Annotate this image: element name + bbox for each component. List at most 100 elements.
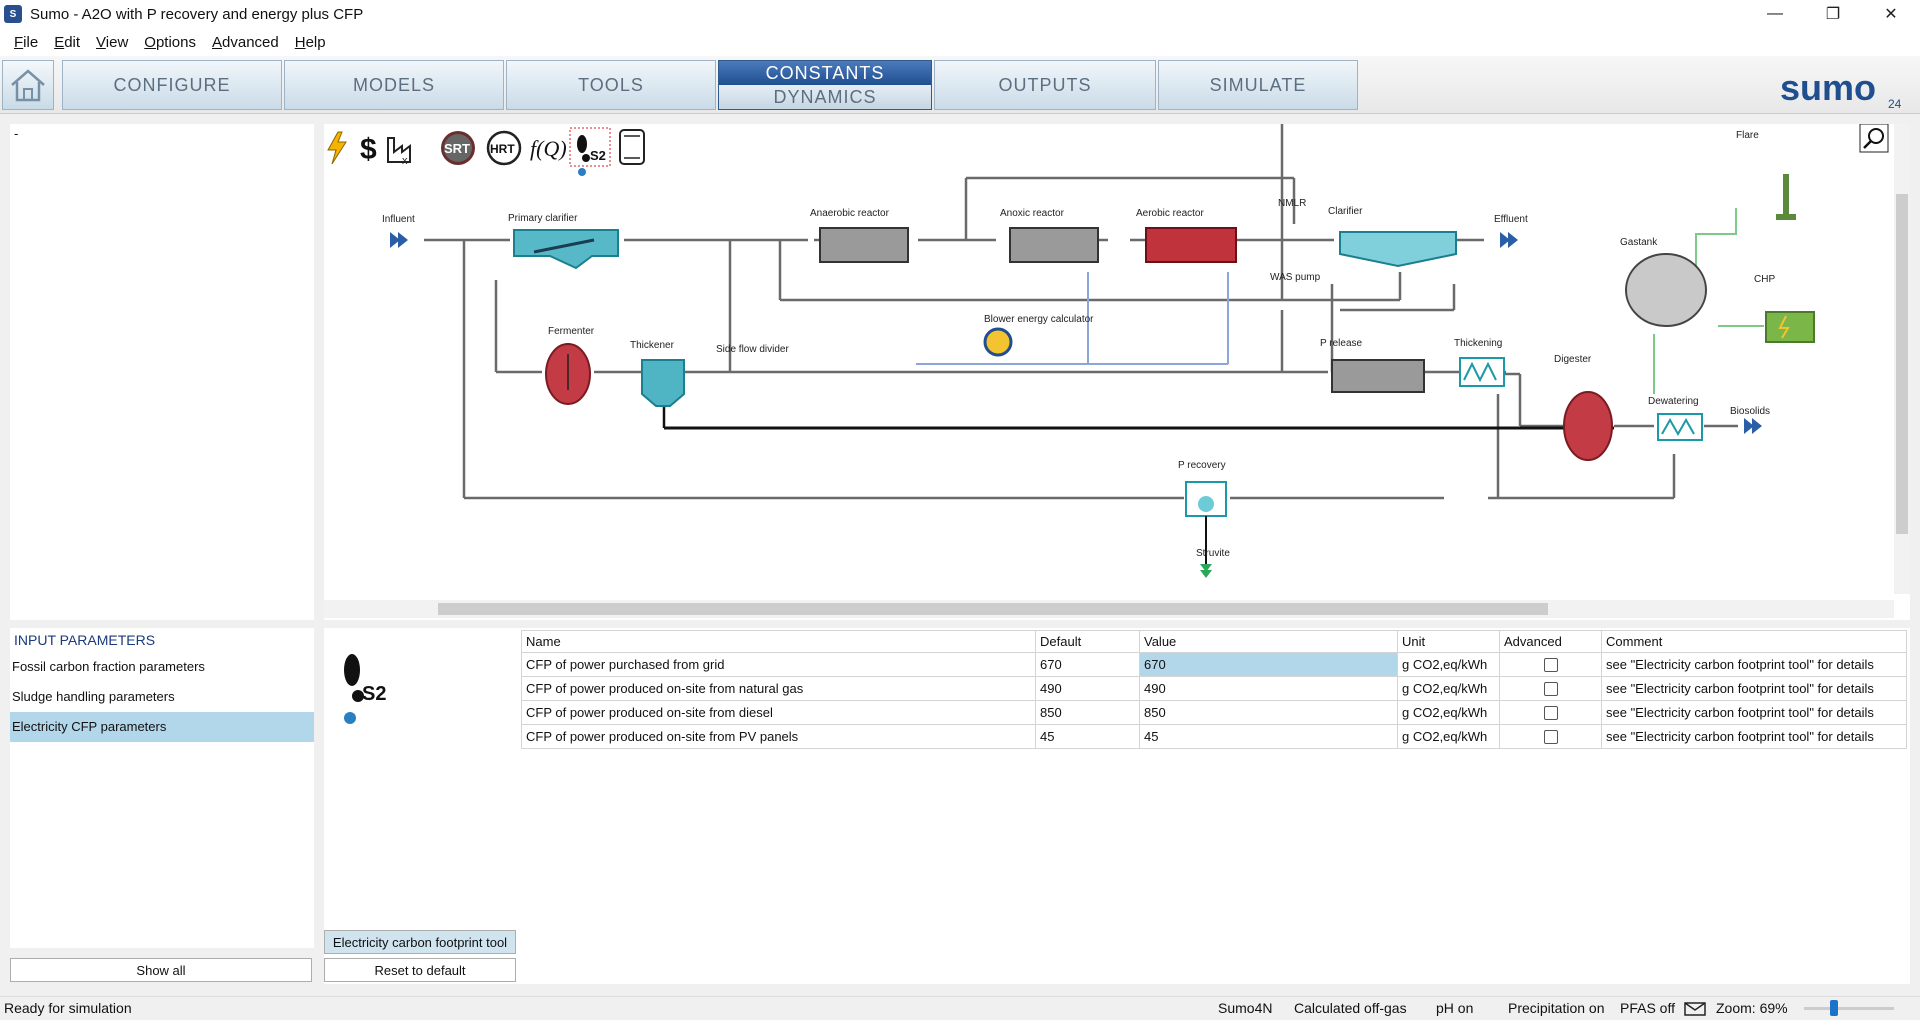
home-button[interactable] [2,60,54,110]
magnifier-icon[interactable] [1859,124,1889,153]
cell-value[interactable]: 670 [1139,652,1398,677]
thickening-unit[interactable] [1459,357,1505,387]
scroll-icon[interactable] [619,129,645,165]
hrt-icon[interactable]: HRT [486,130,522,166]
menu-view[interactable]: View [96,34,128,51]
cell-unit: g CO2,eq/kWh [1397,676,1500,701]
mail-icon[interactable] [1684,1002,1706,1016]
blower-energy-calculator[interactable] [983,327,1013,357]
col-advanced[interactable]: Advanced [1499,630,1602,653]
p-release-reactor[interactable] [1331,359,1425,393]
effluent-node[interactable] [1500,232,1518,248]
app-icon: S [4,5,22,23]
table-row[interactable]: CFP of power purchased from grid 670 670… [521,652,1907,677]
table-row[interactable]: CFP of power produced on-site from PV pa… [521,724,1907,749]
col-comment[interactable]: Comment [1601,630,1907,653]
col-value[interactable]: Value [1139,630,1398,653]
cell-default: 670 [1035,652,1140,677]
struvite-node[interactable] [1200,564,1212,578]
dollar-icon[interactable]: $ [360,133,377,166]
zoom-slider-track[interactable] [1804,1007,1894,1010]
cell-value[interactable]: 490 [1139,676,1398,701]
srt-icon[interactable]: SRT [441,131,475,165]
chp-unit[interactable] [1765,311,1815,343]
thickener-unit[interactable] [641,359,685,407]
advanced-checkbox[interactable] [1543,657,1558,672]
electricity-cfp-tool-button[interactable]: Electricity carbon footprint tool [324,930,516,954]
advanced-checkbox[interactable] [1543,681,1558,696]
diagram-horizontal-scrollbar[interactable] [324,600,1894,618]
show-all-button[interactable]: Show all [10,958,312,982]
svg-text:x: x [402,155,408,167]
tab-tools[interactable]: TOOLS [506,60,716,110]
menu-help[interactable]: Help [295,34,326,51]
diagram-vertical-scrollbar[interactable] [1894,124,1910,594]
fermenter-reactor[interactable] [545,343,591,405]
p-recovery-unit[interactable] [1185,481,1227,517]
close-button[interactable]: ✕ [1862,0,1920,28]
zoom-slider-thumb[interactable] [1830,1000,1838,1016]
maximize-button[interactable]: ❐ [1804,0,1862,28]
footprint-icon[interactable]: S2 [569,127,611,176]
parameters-table: Name Default Value Unit Advanced Comment… [521,630,1907,749]
aerobic-reactor[interactable] [1145,227,1237,263]
horizontal-scroll-thumb[interactable] [438,603,1548,615]
menu-edit[interactable]: Edit [54,34,80,51]
tree-placeholder: - [14,126,19,141]
col-name[interactable]: Name [521,630,1036,653]
minimize-button[interactable]: — [1746,0,1804,28]
svg-text:f(Q): f(Q) [530,136,567,161]
dewatering-unit[interactable] [1657,413,1703,441]
anoxic-reactor[interactable] [1009,227,1099,263]
reset-to-default-button[interactable]: Reset to default [324,958,516,982]
svg-text:NMLR: NMLR [1278,198,1306,209]
tab-simulate[interactable]: SIMULATE [1158,60,1358,110]
cell-value[interactable]: 850 [1139,700,1398,725]
cell-default: 850 [1035,700,1140,725]
cell-comment: see "Electricity carbon footprint tool" … [1601,700,1907,725]
svg-text:Flare: Flare [1736,130,1759,141]
param-group-electricity-cfp[interactable]: Electricity CFP parameters [10,712,314,742]
svg-text:Thickener: Thickener [630,340,675,351]
col-unit[interactable]: Unit [1397,630,1500,653]
menu-file[interactable]: File [14,34,38,51]
menu-advanced[interactable]: Advanced [212,34,279,51]
col-default[interactable]: Default [1035,630,1140,653]
svg-text:P recovery: P recovery [1178,460,1226,471]
process-flow-diagram[interactable]: $ x SRT HRT f(Q) S2 Influent Primary cla… [324,124,1910,620]
cell-value[interactable]: 45 [1139,724,1398,749]
menu-options[interactable]: Options [144,34,196,51]
param-group-sludge-handling[interactable]: Sludge handling parameters [10,682,314,712]
influent-node[interactable] [390,232,408,248]
tab-configure[interactable]: CONFIGURE [62,60,282,110]
cell-unit: g CO2,eq/kWh [1397,700,1500,725]
cell-comment: see "Electricity carbon footprint tool" … [1601,652,1907,677]
primary-clarifier[interactable] [513,229,619,270]
advanced-checkbox[interactable] [1543,729,1558,744]
status-ph: pH on [1436,1000,1474,1016]
vertical-scroll-thumb[interactable] [1896,194,1908,534]
cell-name: CFP of power purchased from grid [521,652,1036,677]
advanced-checkbox[interactable] [1543,705,1558,720]
svg-text:Dewatering: Dewatering [1648,396,1699,407]
tab-outputs[interactable]: OUTPUTS [934,60,1156,110]
tab-models[interactable]: MODELS [284,60,504,110]
flare-unit[interactable] [1776,174,1796,220]
anaerobic-reactor[interactable] [819,227,909,263]
table-row[interactable]: CFP of power produced on-site from diese… [521,700,1907,725]
status-text: Ready for simulation [4,1000,132,1016]
tab-constants[interactable]: CONSTANTS [719,61,931,85]
factory-icon[interactable]: x [387,137,411,167]
function-icon[interactable]: f(Q) [530,136,567,161]
secondary-clarifier[interactable] [1339,231,1457,268]
cell-name: CFP of power produced on-site from PV pa… [521,724,1036,749]
table-row[interactable]: CFP of power produced on-site from natur… [521,676,1907,701]
biosolids-node[interactable] [1744,418,1762,434]
digester-reactor[interactable] [1563,391,1613,461]
tab-dynamics[interactable]: DYNAMICS [719,85,931,109]
param-group-fossil-carbon[interactable]: Fossil carbon fraction parameters [10,652,314,682]
cell-advanced [1499,724,1602,749]
lightning-icon[interactable] [327,131,347,165]
pipes [424,124,1738,500]
gastank-unit[interactable] [1625,253,1707,327]
